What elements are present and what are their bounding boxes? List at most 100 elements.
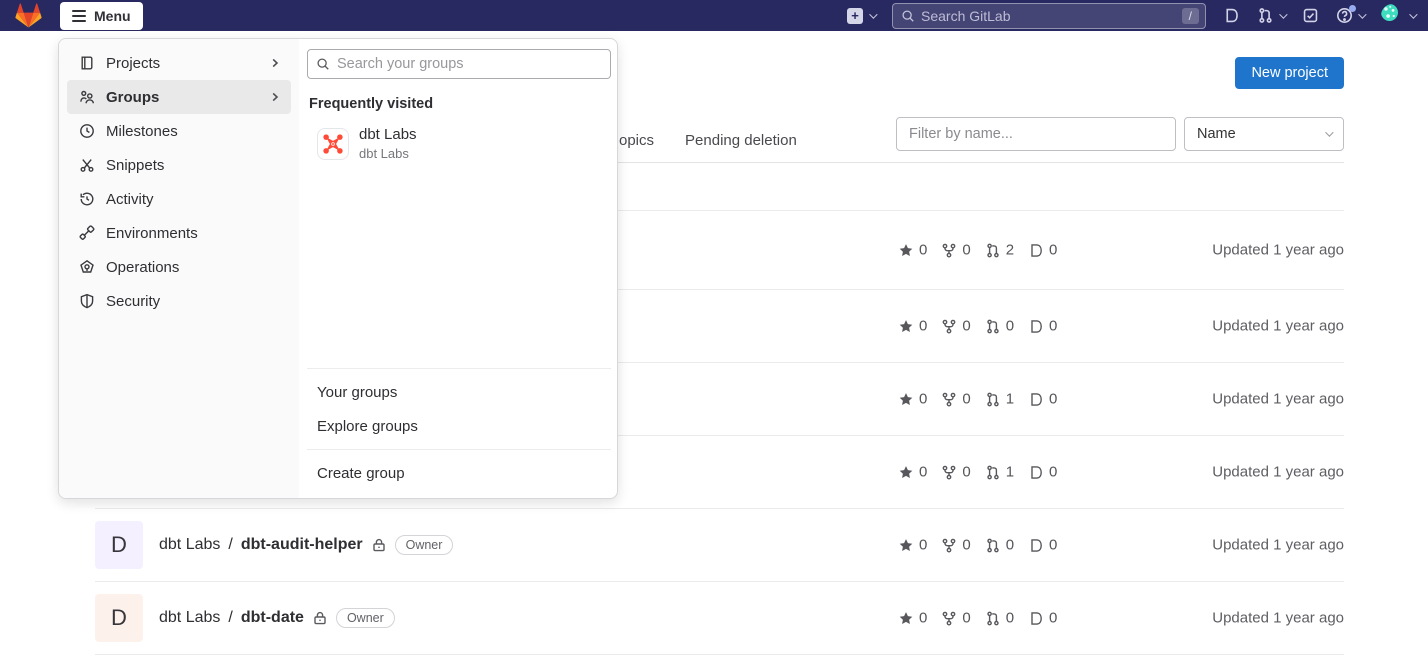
issues-stat[interactable]: 0 [1028, 391, 1057, 408]
menu-item-label: Snippets [106, 157, 164, 174]
user-menu[interactable] [1381, 4, 1415, 27]
project-namespace[interactable]: dbt Labs [159, 609, 220, 627]
shield-icon [79, 293, 95, 309]
menu-item-label: Milestones [106, 123, 178, 140]
fork-icon [941, 537, 957, 553]
chevron-down-icon [1279, 10, 1287, 18]
merge-requests-stat[interactable]: 0 [985, 610, 1014, 627]
merge-request-icon [985, 318, 1001, 334]
project-avatar[interactable]: D [95, 521, 143, 569]
help-dropdown[interactable] [1336, 7, 1364, 24]
menu-item-snippets[interactable]: Snippets [67, 148, 291, 182]
navbar-left: Menu [15, 0, 143, 31]
project-stats: 0 0 0 0 [898, 610, 1057, 627]
issues-stat[interactable]: 0 [1028, 242, 1057, 259]
menu-item-operations[interactable]: Operations [67, 250, 291, 284]
issues-icon [1028, 537, 1044, 553]
menu-item-milestones[interactable]: Milestones [67, 114, 291, 148]
project-stats: 0 0 1 0 [898, 391, 1057, 408]
merge-requests-stat[interactable]: 2 [985, 242, 1014, 259]
projects-tab-bar: opics Pending deletion [619, 118, 797, 162]
project-avatar[interactable]: D [95, 594, 143, 642]
top-navbar: Menu + / [0, 0, 1428, 31]
fork-icon [941, 610, 957, 626]
chevron-down-icon [1325, 128, 1333, 136]
groups-search [307, 49, 611, 79]
operations-gear-icon [79, 259, 95, 275]
environment-icon [79, 225, 95, 241]
stars-stat[interactable]: 0 [898, 391, 927, 408]
menu-item-label: Groups [106, 89, 159, 106]
forks-stat[interactable]: 0 [941, 464, 970, 481]
project-stats: 0 0 1 0 [898, 464, 1057, 481]
sort-dropdown[interactable]: Name [1184, 117, 1344, 151]
updated-timestamp: Updated 1 year ago [1212, 242, 1344, 259]
menu-item-activity[interactable]: Activity [67, 182, 291, 216]
frequent-group-dbt-labs[interactable]: dbt Labs dbt Labs [317, 126, 611, 161]
filter-by-name-input[interactable] [896, 117, 1176, 151]
stars-stat[interactable]: 0 [898, 464, 927, 481]
project-title[interactable]: dbt-audit-helper [241, 536, 363, 554]
dbt-labs-logo-icon [317, 128, 349, 160]
groups-search-input[interactable] [337, 56, 602, 72]
updated-timestamp: Updated 1 year ago [1212, 610, 1344, 627]
gitlab-app: Menu + / [0, 0, 1428, 644]
menu-item-label: Projects [106, 55, 160, 72]
issues-icon [1028, 242, 1044, 258]
merge-requests-stat[interactable]: 0 [985, 318, 1014, 335]
issues-stat[interactable]: 0 [1028, 537, 1057, 554]
forks-stat[interactable]: 0 [941, 242, 970, 259]
menu-button[interactable]: Menu [60, 2, 143, 30]
menu-item-projects[interactable]: Projects [67, 46, 291, 80]
menu-item-security[interactable]: Security [67, 284, 291, 318]
star-icon [898, 391, 914, 407]
forks-stat[interactable]: 0 [941, 391, 970, 408]
sort-dropdown-label: Name [1197, 126, 1236, 142]
project-name[interactable]: dbt Labs / dbt-audit-helper Owner [159, 535, 453, 555]
project-row[interactable]: D dbt Labs / dbt-date Owner 0 0 0 0 Upda… [95, 582, 1344, 655]
new-item-dropdown[interactable]: + [847, 8, 875, 24]
explore-groups-link[interactable]: Explore groups [299, 409, 618, 443]
issues-stat[interactable]: 0 [1028, 610, 1057, 627]
stars-stat[interactable]: 0 [898, 242, 927, 259]
tab-explore-topics[interactable]: opics [619, 132, 654, 149]
menu-item-groups[interactable]: Groups [67, 80, 291, 114]
project-row[interactable]: D dbt Labs / dbt-audit-helper Owner 0 0 … [95, 509, 1344, 582]
merge-requests-stat[interactable]: 1 [985, 391, 1014, 408]
menu-item-environments[interactable]: Environments [67, 216, 291, 250]
issues-stat[interactable]: 0 [1028, 464, 1057, 481]
navbar-right: + / [847, 3, 1415, 29]
stars-stat[interactable]: 0 [898, 537, 927, 554]
issues-stat[interactable]: 0 [1028, 318, 1057, 335]
project-stats: 0 0 0 0 [898, 537, 1057, 554]
menu-items-column: Projects Groups Milestones Snippets [59, 39, 299, 498]
todos-icon[interactable] [1302, 7, 1319, 24]
gitlab-logo-icon[interactable] [15, 3, 42, 28]
your-groups-link[interactable]: Your groups [299, 375, 618, 409]
project-namespace[interactable]: dbt Labs [159, 536, 220, 554]
create-group-link[interactable]: Create group [299, 456, 618, 490]
issues-icon[interactable] [1223, 7, 1240, 24]
merge-requests-dropdown[interactable] [1257, 7, 1285, 24]
project-name[interactable]: dbt Labs / dbt-date Owner [159, 608, 395, 628]
navbar-search-input[interactable] [921, 8, 1176, 24]
lock-icon [371, 537, 387, 553]
menu-item-label: Operations [106, 259, 179, 276]
forks-stat[interactable]: 0 [941, 610, 970, 627]
forks-stat[interactable]: 0 [941, 318, 970, 335]
merge-request-icon [985, 242, 1001, 258]
forks-stat[interactable]: 0 [941, 537, 970, 554]
role-badge: Owner [336, 608, 395, 628]
plus-icon: + [847, 8, 863, 24]
tab-pending-deletion[interactable]: Pending deletion [685, 132, 797, 149]
merge-requests-stat[interactable]: 0 [985, 537, 1014, 554]
issues-icon [1028, 391, 1044, 407]
star-icon [898, 610, 914, 626]
merge-requests-stat[interactable]: 1 [985, 464, 1014, 481]
new-project-button[interactable]: New project [1235, 57, 1344, 89]
project-title[interactable]: dbt-date [241, 609, 304, 627]
stars-stat[interactable]: 0 [898, 318, 927, 335]
stars-stat[interactable]: 0 [898, 610, 927, 627]
history-icon [79, 191, 95, 207]
fork-icon [941, 242, 957, 258]
